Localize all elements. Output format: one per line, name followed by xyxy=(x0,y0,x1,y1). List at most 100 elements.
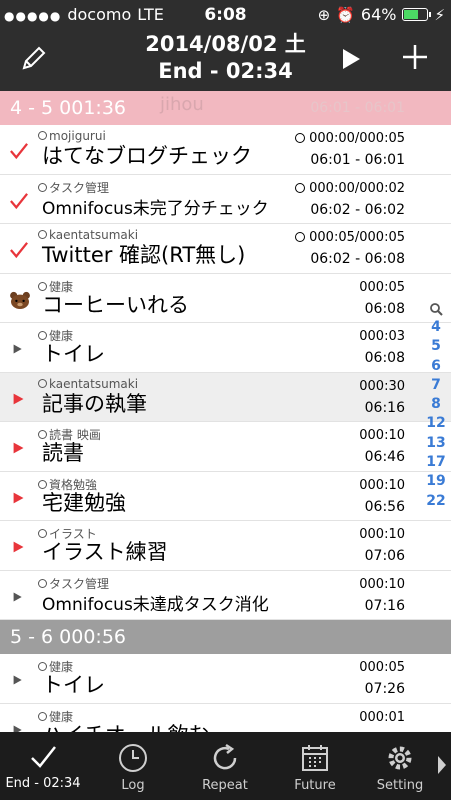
task-name: イラスト練習 xyxy=(42,540,168,564)
calendar-icon xyxy=(302,745,328,771)
task-row[interactable]: 資格勉強 宅建勉強 000:10 06:56 xyxy=(0,471,451,521)
task-row[interactable]: イラスト イラスト練習 000:10 07:06 xyxy=(0,521,451,571)
task-duration-text: 000:10 xyxy=(359,576,405,592)
battery-icon xyxy=(402,8,432,21)
tab-setting[interactable]: Setting xyxy=(360,732,440,800)
section-label: 4 - 5 001:36 xyxy=(10,97,126,119)
task-project: mojigurui xyxy=(38,129,106,143)
task-name: Omnifocus未達成タスク消化 xyxy=(42,594,269,615)
tab-done[interactable]: End - 02:34 xyxy=(0,732,86,800)
speech-bubble-icon xyxy=(38,131,47,140)
task-duration: 000:30 xyxy=(359,379,405,394)
task-duration: 000:00/000:05 xyxy=(295,131,405,146)
status-left: ●●●●● docomo LTE xyxy=(4,5,164,24)
task-row[interactable]: 健康 トイレ 000:03 06:08 xyxy=(0,323,451,373)
task-project: kaentatsumaki xyxy=(38,377,138,391)
speech-bubble-icon xyxy=(38,281,47,291)
clock-icon xyxy=(295,232,306,242)
speech-bubble-icon xyxy=(38,711,47,721)
play-icon[interactable] xyxy=(340,47,362,71)
task-row[interactable]: 健康 コーヒーいれる 000:05 06:08 xyxy=(0,273,451,323)
section-ghost-text: jihou xyxy=(160,94,204,115)
tab-repeat-label: Repeat xyxy=(202,778,248,793)
task-row[interactable]: タスク管理 Omnifocus未完了分チェック 000:00/000:02 06:02… xyxy=(0,174,451,224)
task-duration: 000:10 xyxy=(359,478,405,493)
signal-icon: ●●●●● xyxy=(4,9,62,23)
task-duration-text: 000:01 xyxy=(359,709,405,725)
task-duration-text: 000:10 xyxy=(359,527,405,542)
task-project-text: mojigurui xyxy=(49,129,106,143)
tab-repeat[interactable]: Repeat xyxy=(180,732,270,800)
speech-bubble-icon xyxy=(38,230,47,239)
battery-percent: 64% xyxy=(360,5,397,24)
index-item[interactable]: 17 xyxy=(421,453,451,472)
task-name: はてなブログチェック xyxy=(42,144,252,168)
task-time: 06:02 - 06:02 xyxy=(310,201,405,218)
task-time: 06:01 - 06:01 xyxy=(310,152,405,168)
task-duration-text: 000:00/000:05 xyxy=(309,131,405,146)
index-item[interactable]: 22 xyxy=(421,492,451,511)
task-row[interactable]: 健康 トイレ 000:05 07:26 xyxy=(0,654,451,704)
gray-triangle-icon xyxy=(13,725,22,732)
tab-future-label: Future xyxy=(294,778,336,793)
clock-icon xyxy=(119,744,147,772)
tab-log-label: Log xyxy=(121,778,145,793)
red-triangle-icon xyxy=(13,393,24,404)
bear-icon xyxy=(10,291,30,309)
task-duration: 000:10 xyxy=(359,428,405,443)
speech-bubble-icon xyxy=(38,479,47,489)
red-triangle-icon xyxy=(13,492,24,503)
index-item[interactable]: 5 xyxy=(421,337,451,356)
chevron-right-icon[interactable] xyxy=(436,754,448,776)
header-date: 2014/08/02 土 xyxy=(145,32,306,56)
rotation-lock-icon: ⊕ xyxy=(317,5,331,24)
speech-bubble-icon xyxy=(38,378,47,388)
index-item[interactable]: 12 xyxy=(421,414,451,433)
tab-log[interactable]: Log xyxy=(88,732,178,800)
task-list[interactable]: jihou 4 - 5 001:36 06:01 - 06:01 mojigurui は… xyxy=(0,91,451,732)
gray-triangle-icon xyxy=(13,592,22,601)
task-time: 06:08 xyxy=(364,350,405,366)
search-icon[interactable] xyxy=(429,302,443,316)
task-row[interactable]: kaentatsumaki Twitter 確認(RT無し) 000:05/000:… xyxy=(0,224,451,274)
index-item[interactable]: 7 xyxy=(421,376,451,395)
task-time: 07:16 xyxy=(364,597,405,614)
index-item[interactable]: 19 xyxy=(421,472,451,491)
plus-icon[interactable] xyxy=(400,42,430,72)
index-item[interactable]: 6 xyxy=(421,357,451,376)
task-duration-text: 000:05/000:05 xyxy=(309,230,405,245)
task-duration: 000:05/000:05 xyxy=(295,230,405,245)
task-duration-text: 000:05 xyxy=(359,660,405,675)
battery-fill xyxy=(404,10,418,19)
task-duration: 000:00/000:02 xyxy=(295,181,405,196)
task-time: 07:26 xyxy=(364,681,405,697)
task-duration-text: 000:10 xyxy=(359,428,405,443)
task-row[interactable]: mojigurui はてなブログチェック 000:00/000:05 06:01 - … xyxy=(0,125,451,175)
status-bar: ●●●●● docomo LTE 6:08 ⊕ ⏰ 64% ⚡ xyxy=(0,0,451,32)
red-triangle-icon xyxy=(13,541,24,553)
task-row[interactable]: 読書 映画 読書 000:10 06:46 xyxy=(0,422,451,472)
task-project: kaentatsumaki xyxy=(38,228,138,242)
section-header[interactable]: 5 - 6 000:56 xyxy=(0,620,451,654)
clock-icon xyxy=(295,133,306,143)
tab-setting-label: Setting xyxy=(376,778,424,793)
task-name: トイレ xyxy=(42,673,105,697)
tab-bar: End - 02:34 Log Repeat Future Setting xyxy=(0,732,451,800)
task-name: ハイチオール飲む xyxy=(42,722,210,733)
section-header[interactable]: jihou 4 - 5 001:36 06:01 - 06:01 xyxy=(0,91,451,125)
task-time: 06:46 xyxy=(364,449,405,465)
header-title: 2014/08/02 土 End - 02:34 xyxy=(0,31,451,85)
index-item[interactable]: 13 xyxy=(421,434,451,453)
task-duration-text: 000:05 xyxy=(359,279,405,295)
task-row[interactable]: kaentatsumaki 記事の執筆 000:30 06:16 xyxy=(0,372,451,422)
index-item[interactable]: 4 xyxy=(421,318,451,337)
check-icon xyxy=(10,242,28,259)
task-row[interactable]: 健康ハイチオール飲む000:0107:31 xyxy=(0,703,451,733)
task-time: 06:02 - 06:08 xyxy=(310,251,405,267)
task-name: Twitter 確認(RT無し) xyxy=(42,243,246,267)
section-index[interactable]: 4 5 6 7 8 12 13 17 19 22 xyxy=(421,302,451,511)
index-item[interactable]: 8 xyxy=(421,395,451,414)
check-icon xyxy=(31,746,56,768)
tab-future[interactable]: Future xyxy=(270,732,360,800)
task-row[interactable]: タスク管理 Omnifocus未達成タスク消化 000:10 07:16 xyxy=(0,570,451,620)
